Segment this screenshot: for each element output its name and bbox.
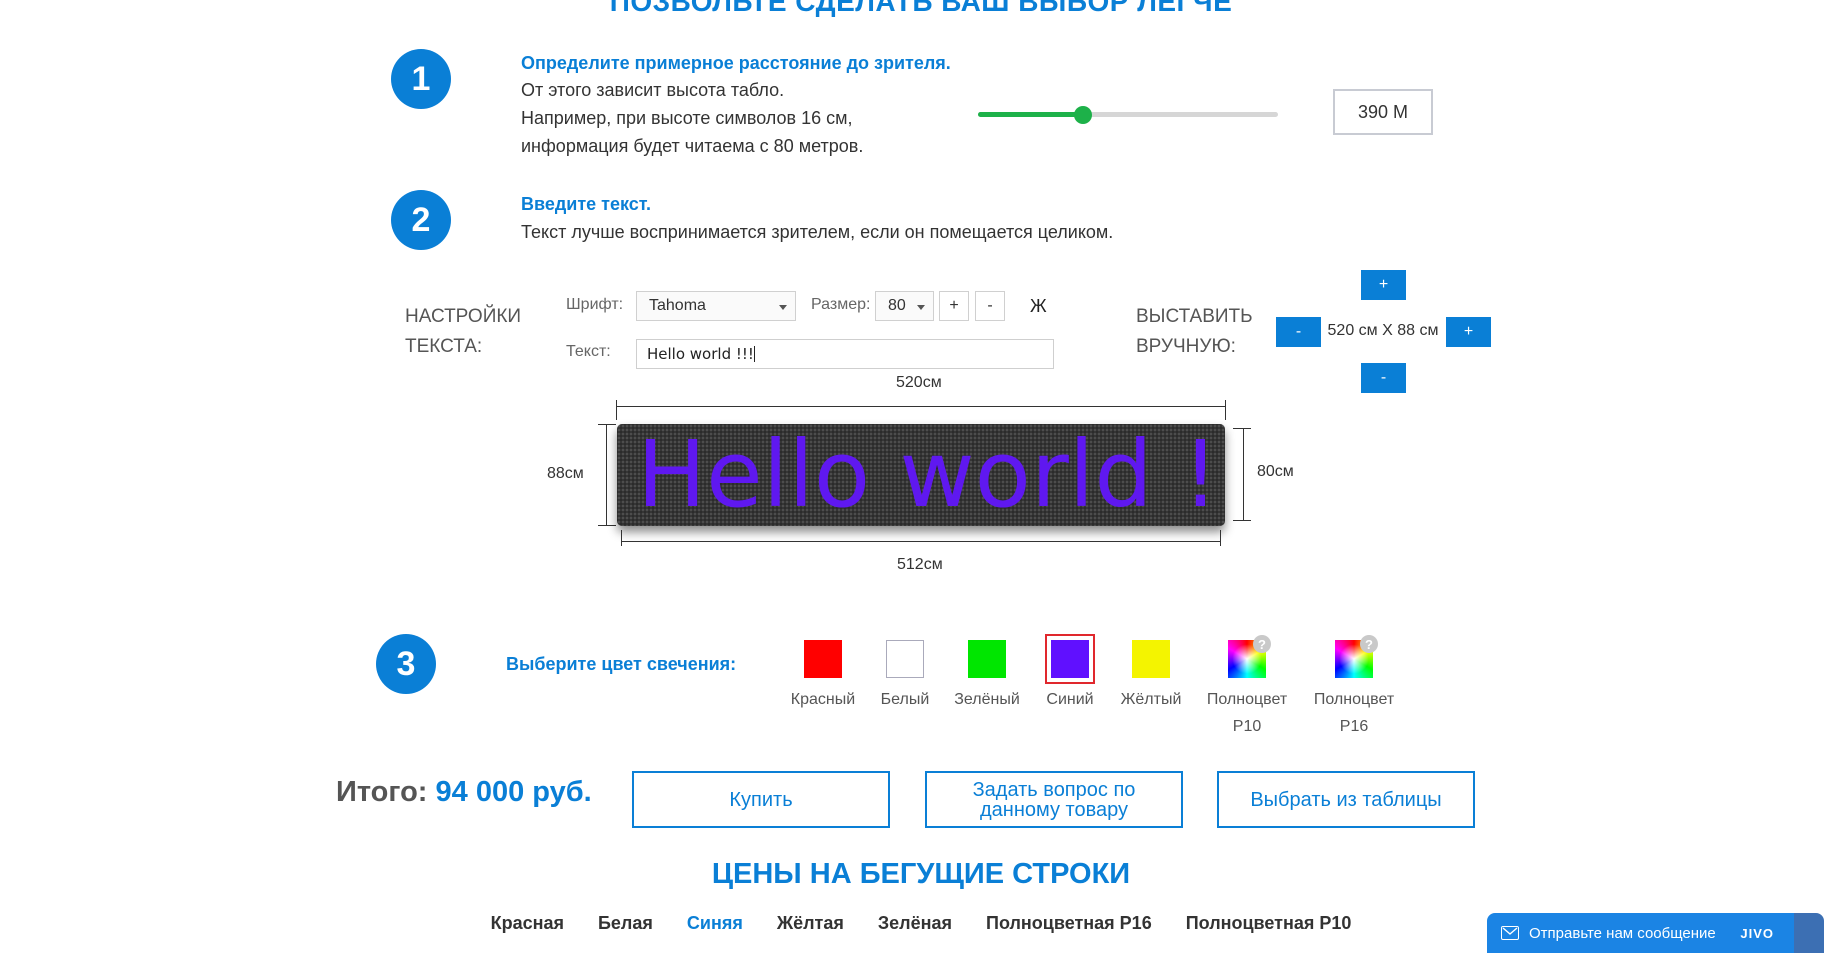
chat-widget-corner — [1794, 913, 1824, 953]
step-1-circle: 1 — [391, 49, 451, 109]
size-select[interactable]: 80 — [875, 291, 934, 321]
font-select[interactable]: Tahoma — [636, 291, 796, 321]
color-option-3[interactable] — [962, 634, 1012, 684]
distance-value-field[interactable]: 390 М — [1333, 89, 1433, 135]
step-3-circle: 3 — [376, 634, 436, 694]
height-right-line — [1243, 428, 1244, 521]
width-top-tick-right — [1225, 400, 1226, 420]
width-top-label: 520см — [896, 374, 942, 391]
price-tab-7[interactable]: Полноцветная P10 — [1186, 913, 1352, 934]
color-option-4[interactable] — [1045, 634, 1095, 684]
help-icon[interactable]: ? — [1253, 635, 1271, 653]
price-tab-6[interactable]: Полноцветная P16 — [986, 913, 1152, 934]
height-right-tick-bottom — [1233, 520, 1251, 521]
step-2-title: Введите текст. — [521, 194, 651, 214]
text-label: Текст: — [566, 343, 611, 360]
buy-button[interactable]: Купить — [632, 771, 890, 828]
step-1-line-1: От этого зависит высота табло. — [521, 80, 785, 100]
color-swatch — [968, 640, 1006, 678]
total-price: Итого: 94 000 руб. — [336, 776, 592, 809]
led-preview-text: Hello world !!! — [637, 424, 1225, 526]
font-size-increase-button[interactable]: + — [939, 291, 969, 321]
chat-widget[interactable]: Отправьте нам сообщение JIVO — [1487, 913, 1814, 953]
help-icon[interactable]: ? — [1360, 635, 1378, 653]
height-left-tick-bottom — [598, 525, 616, 526]
led-preview-board: Hello world !!! — [617, 424, 1225, 526]
width-decrease-button[interactable]: - — [1276, 317, 1321, 347]
chat-widget-text: Отправьте нам сообщение — [1529, 924, 1716, 942]
ask-question-line-1: Задать вопрос по — [972, 778, 1136, 801]
color-swatch — [886, 640, 924, 678]
manual-size-readout: 520 см Х 88 см — [1327, 322, 1439, 339]
price-tab-1[interactable]: Красная — [491, 913, 564, 934]
color-swatch — [1051, 640, 1089, 678]
color-swatch — [804, 640, 842, 678]
led-text-input-value: Hello world !!! — [647, 345, 754, 363]
height-left-label: 88см — [547, 465, 584, 482]
step-3-title: Выберите цвет свечения: — [506, 654, 737, 674]
width-top-tick-left — [616, 400, 617, 420]
height-left-tick-top — [598, 424, 616, 425]
color-option-1[interactable] — [798, 634, 848, 684]
manual-size-label: ВЫСТАВИТЬ ВРУЧНУЮ: — [1136, 302, 1253, 362]
led-text-input[interactable]: Hello world !!! — [636, 339, 1054, 369]
manual-size-label-line-1: ВЫСТАВИТЬ — [1136, 306, 1253, 327]
text-settings-label-line-2: ТЕКСТА: — [405, 336, 483, 357]
price-tab-3[interactable]: Синяя — [687, 913, 743, 934]
color-option-5[interactable] — [1126, 634, 1176, 684]
height-decrease-button[interactable]: - — [1361, 363, 1406, 393]
text-settings-label-line-1: НАСТРОЙКИ — [405, 306, 522, 327]
price-tab-4[interactable]: Жёлтая — [777, 913, 844, 934]
bold-toggle-button[interactable]: Ж — [1030, 296, 1047, 317]
total-label: Итого: — [336, 776, 428, 808]
size-select-value: 80 — [888, 297, 906, 314]
color-swatch — [1132, 640, 1170, 678]
color-option-2[interactable] — [880, 634, 930, 684]
height-left-line — [606, 424, 607, 526]
width-bottom-label: 512см — [897, 556, 943, 573]
step-2-circle: 2 — [391, 190, 451, 250]
chevron-down-icon — [779, 305, 787, 310]
section-heading: ПОЗВОЛЬТЕ СДЕЛАТЬ ВАШ ВЫБОР ЛЕГЧЕ — [609, 0, 1233, 17]
ask-question-button[interactable]: Задать вопрос по данному товару — [925, 771, 1183, 828]
height-right-label: 80см — [1257, 463, 1294, 480]
choose-from-table-button[interactable]: Выбрать из таблицы — [1217, 771, 1475, 828]
width-bottom-line — [621, 541, 1221, 542]
step-1-description: От этого зависит высота табло. Например,… — [521, 76, 863, 160]
color-option-label: Полноцвет P16 — [1313, 691, 1395, 735]
font-select-value: Tahoma — [649, 297, 706, 314]
jivo-logo: JIVO — [1740, 925, 1774, 941]
width-bottom-tick-right — [1220, 530, 1221, 546]
width-bottom-tick-left — [621, 530, 622, 546]
height-right-tick-top — [1233, 428, 1251, 429]
ask-question-line-2: данному товару — [979, 798, 1129, 821]
height-increase-button[interactable]: + — [1361, 270, 1406, 300]
manual-size-label-line-2: ВРУЧНУЮ: — [1136, 336, 1236, 357]
envelope-icon — [1501, 926, 1519, 940]
font-size-decrease-button[interactable]: - — [975, 291, 1005, 321]
step-1-title: Определите примерное расстояние до зрите… — [521, 53, 951, 73]
step-2-description: Текст лучше воспринимается зрителем, есл… — [521, 222, 1114, 242]
text-caret — [753, 346, 755, 362]
step-1-line-3: информация будет читаема с 80 метров. — [521, 136, 864, 156]
text-settings-label: НАСТРОЙКИ ТЕКСТА: — [405, 302, 521, 362]
prices-heading: ЦЕНЫ НА БЕГУЩИЕ СТРОКИ — [711, 858, 1131, 890]
font-label: Шрифт: — [566, 296, 624, 313]
color-option-label: Жёлтый — [1120, 691, 1182, 708]
total-value: 94 000 руб. — [435, 776, 592, 808]
chevron-down-icon — [917, 305, 925, 310]
width-top-line — [616, 406, 1226, 407]
color-option-label: Полноцвет P10 — [1206, 691, 1288, 735]
step-1-line-2: Например, при высоте символов 16 см, — [521, 108, 853, 128]
width-increase-button[interactable]: + — [1446, 317, 1491, 347]
size-label: Размер: — [811, 296, 871, 313]
price-tab-5[interactable]: Зелёная — [878, 913, 952, 934]
distance-slider-handle[interactable] — [1074, 106, 1092, 124]
distance-slider-fill — [978, 112, 1083, 117]
price-tab-2[interactable]: Белая — [598, 913, 653, 934]
